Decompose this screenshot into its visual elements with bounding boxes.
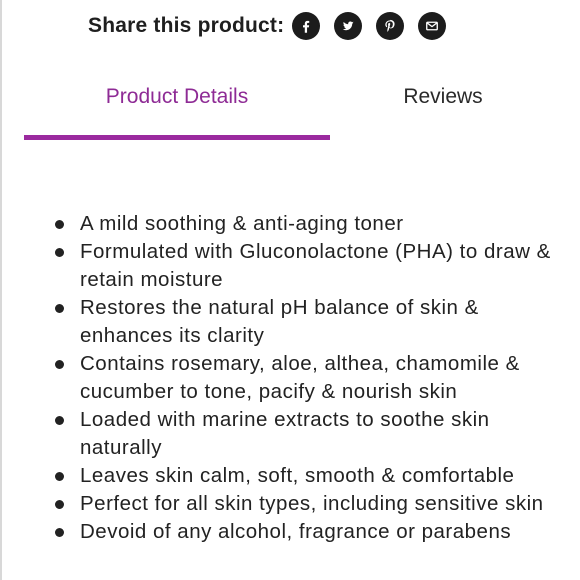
bullet-icon bbox=[55, 528, 64, 537]
list-item-text: Loaded with marine extracts to soothe sk… bbox=[80, 408, 490, 459]
facebook-icon[interactable] bbox=[292, 12, 321, 40]
bullet-icon bbox=[55, 500, 64, 509]
product-details-list: A mild soothing & anti-aging toner Formu… bbox=[52, 210, 564, 546]
list-item: Leaves skin calm, soft, smooth & comfort… bbox=[52, 462, 564, 490]
email-icon[interactable] bbox=[418, 12, 447, 40]
list-item-text: Perfect for all skin types, including se… bbox=[80, 492, 544, 515]
product-tabs: Product Details Reviews bbox=[24, 80, 580, 142]
list-item-text: Leaves skin calm, soft, smooth & comfort… bbox=[80, 464, 515, 487]
bullet-icon bbox=[55, 248, 64, 257]
list-item-text: Devoid of any alcohol, fragrance or para… bbox=[80, 520, 512, 543]
active-tab-indicator bbox=[24, 135, 330, 140]
twitter-icon[interactable] bbox=[334, 12, 363, 40]
list-item: Formulated with Gluconolactone (PHA) to … bbox=[52, 238, 564, 294]
list-item: A mild soothing & anti-aging toner bbox=[52, 210, 564, 238]
list-item: Devoid of any alcohol, fragrance or para… bbox=[52, 518, 564, 546]
tab-reviews[interactable]: Reviews bbox=[330, 80, 556, 120]
list-item-text: A mild soothing & anti-aging toner bbox=[80, 212, 404, 235]
list-item-text: Restores the natural pH balance of skin … bbox=[80, 296, 479, 347]
list-item-text: Formulated with Gluconolactone (PHA) to … bbox=[80, 240, 551, 291]
page-left-border bbox=[0, 0, 2, 580]
bullet-icon bbox=[55, 472, 64, 481]
bullet-icon bbox=[55, 360, 64, 369]
bullet-icon bbox=[55, 416, 64, 425]
list-item: Loaded with marine extracts to soothe sk… bbox=[52, 406, 564, 462]
share-label: Share this product: bbox=[88, 14, 285, 37]
bullet-icon bbox=[55, 304, 64, 313]
list-item: Contains rosemary, aloe, althea, chamomi… bbox=[52, 350, 564, 406]
tab-product-details[interactable]: Product Details bbox=[24, 80, 330, 120]
pinterest-icon[interactable] bbox=[376, 12, 405, 40]
list-item: Perfect for all skin types, including se… bbox=[52, 490, 564, 518]
bullet-icon bbox=[55, 220, 64, 229]
list-item-text: Contains rosemary, aloe, althea, chamomi… bbox=[80, 352, 520, 403]
list-item: Restores the natural pH balance of skin … bbox=[52, 294, 564, 350]
share-bar: Share this product: bbox=[88, 10, 460, 42]
